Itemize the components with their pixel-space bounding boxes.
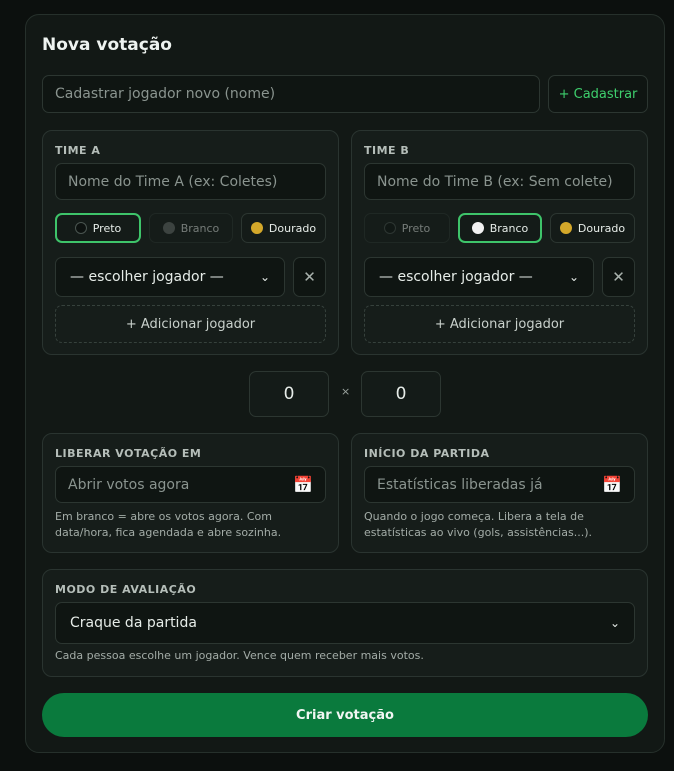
color-label: Preto [92,221,122,235]
team-a-color-options: Preto Branco Dourado [55,213,326,243]
score-separator: × [341,385,351,398]
team-a-add-player-button[interactable]: + Adicionar jogador [55,305,326,343]
gold-dot-icon [250,222,263,234]
player-select-value: — escolher jogador — [70,269,224,285]
team-b-add-player-button[interactable]: + Adicionar jogador [364,305,635,343]
team-b-color-preto[interactable]: Preto [364,213,450,243]
team-a-name-placeholder: Nome do Time A (ex: Coletes) [68,173,278,190]
team-b-panel: TIME B Nome do Time B (ex: Sem colete) P… [351,130,648,355]
team-b-remove-player-button[interactable]: ✕ [602,257,635,297]
team-a-panel: TIME A Nome do Time A (ex: Coletes) Pret… [42,130,339,355]
color-label: Dourado [577,221,626,235]
color-label: Dourado [268,221,317,235]
close-icon: ✕ [612,268,625,286]
color-label: Preto [401,221,431,235]
white-dot-icon [162,222,175,234]
evaluation-mode-panel: MODO DE AVALIAÇÃO Craque da partida ⌄ Ca… [42,569,648,677]
evaluation-mode-select[interactable]: Craque da partida ⌄ [55,602,635,644]
evaluation-mode-label: MODO DE AVALIAÇÃO [55,583,197,596]
chevron-down-icon: ⌄ [568,270,579,284]
release-voting-hint: Em branco = abre os votos agora. Com dat… [55,510,282,539]
release-voting-placeholder: Abrir votos agora [68,476,190,493]
team-a-remove-player-button[interactable]: ✕ [293,257,326,297]
release-voting-datetime-input[interactable]: Abrir votos agora 📅 [55,466,326,503]
match-start-datetime-input[interactable]: Estatísticas liberadas já 📅 [364,466,635,503]
team-a-player-select[interactable]: — escolher jogador — ⌄ [55,257,285,297]
calendar-icon[interactable]: 📅 [602,475,622,494]
team-b-label: TIME B [364,144,410,157]
match-start-hint: Quando o jogo começa. Libera a tela de e… [364,510,592,539]
release-voting-panel: LIBERAR VOTAÇÃO EM Abrir votos agora 📅 E… [42,433,339,553]
match-start-panel: INÍCIO DA PARTIDA Estatísticas liberadas… [351,433,648,553]
team-a-score-input[interactable]: 0 [249,371,329,417]
white-dot-icon [471,222,484,234]
team-b-color-dourado[interactable]: Dourado [550,213,635,243]
evaluation-mode-hint: Cada pessoa escolhe um jogador. Vence qu… [55,649,424,662]
create-vote-button[interactable]: Criar votação [42,693,648,737]
color-label: Branco [489,221,529,235]
close-icon: ✕ [303,268,316,286]
new-player-placeholder: Cadastrar jogador novo (nome) [55,86,276,102]
team-b-name-placeholder: Nome do Time B (ex: Sem colete) [377,173,613,190]
team-a-label: TIME A [55,144,101,157]
team-b-player-select[interactable]: — escolher jogador — ⌄ [364,257,594,297]
release-voting-label: LIBERAR VOTAÇÃO EM [55,447,202,460]
team-a-name-input[interactable]: Nome do Time A (ex: Coletes) [55,163,326,200]
team-b-color-branco[interactable]: Branco [458,213,542,243]
register-player-button[interactable]: + Cadastrar [548,75,648,113]
team-b-color-options: Preto Branco Dourado [364,213,635,243]
team-a-color-branco[interactable]: Branco [149,213,233,243]
new-vote-card: Nova votação Cadastrar jogador novo (nom… [25,14,665,753]
team-a-color-dourado[interactable]: Dourado [241,213,326,243]
black-dot-icon [383,222,396,234]
calendar-icon[interactable]: 📅 [293,475,313,494]
chevron-down-icon: ⌄ [609,616,620,630]
player-select-value: — escolher jogador — [379,269,533,285]
evaluation-mode-value: Craque da partida [70,615,197,631]
color-label: Branco [180,221,220,235]
chevron-down-icon: ⌄ [259,270,270,284]
page-title: Nova votação [42,35,172,55]
new-player-input[interactable]: Cadastrar jogador novo (nome) [42,75,540,113]
match-start-label: INÍCIO DA PARTIDA [364,447,490,460]
team-a-color-preto[interactable]: Preto [55,213,141,243]
team-b-name-input[interactable]: Nome do Time B (ex: Sem colete) [364,163,635,200]
match-start-placeholder: Estatísticas liberadas já [377,476,543,493]
black-dot-icon [74,222,87,234]
gold-dot-icon [559,222,572,234]
team-b-score-input[interactable]: 0 [361,371,441,417]
